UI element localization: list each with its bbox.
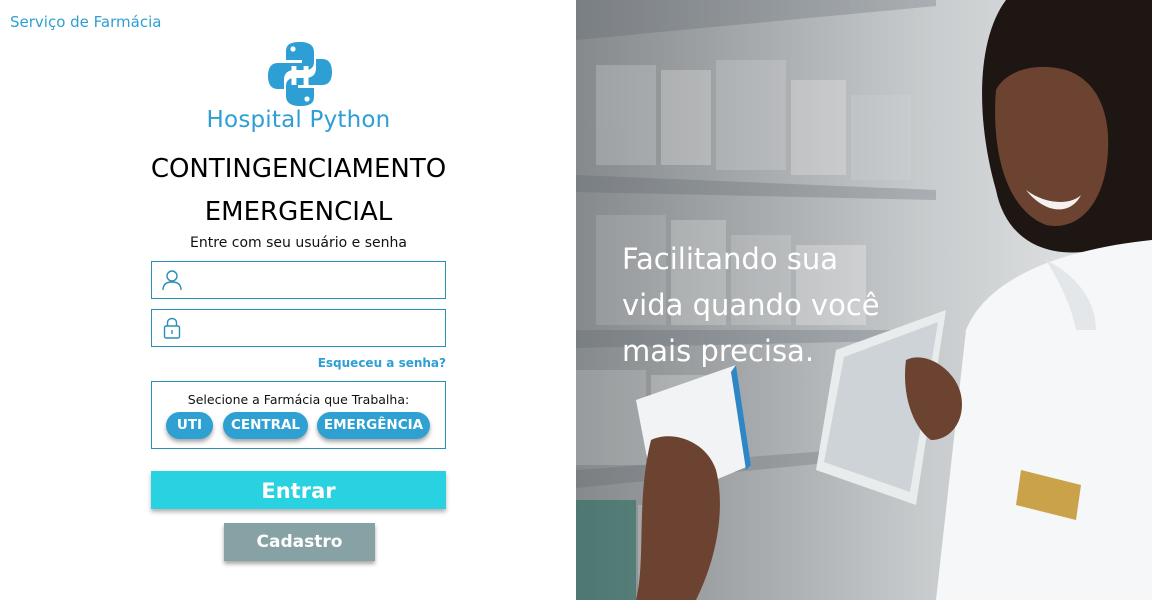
username-field[interactable] [151,261,446,299]
password-input[interactable] [192,314,437,342]
hero-tagline-line-1: Facilitando sua [622,242,839,276]
forgot-password-link[interactable]: Esqueceu a senha? [300,356,446,370]
page-title-line-1: CONTINGENCIAMENTO [150,154,447,184]
pharmacy-option-central[interactable]: CENTRAL [223,412,308,439]
login-panel: Serviço de Farmácia H Hospital Python CO… [0,0,576,600]
pharmacy-option-uti[interactable]: UTI [166,412,213,439]
hero-image-panel: Facilitando sua vida quando você mais pr… [576,0,1152,600]
pharmacy-selector-label: Selecione a Farmácia que Trabalha: [187,392,410,407]
signup-button[interactable]: Cadastro [224,523,375,561]
enter-button[interactable]: Entrar [151,471,446,509]
pharmacy-selector: Selecione a Farmácia que Trabalha: UTI C… [151,381,446,449]
username-input[interactable] [192,266,437,294]
service-label: Serviço de Farmácia [10,13,162,31]
hospital-python-logo: H [268,42,332,106]
page-title-line-2: EMERGENCIAL [204,197,393,227]
lock-icon [163,317,181,339]
pharmacy-option-emergencia[interactable]: EMERGÊNCIA [317,412,430,439]
logo-letter: H [289,62,311,92]
password-field[interactable] [151,309,446,347]
hero-tagline-line-2: vida quando você [622,288,880,322]
hero-tagline-line-3: mais precisa. [622,334,815,368]
page-title: CONTINGENCIAMENTO EMERGENCIAL [0,148,597,234]
hero-tagline: Facilitando sua vida quando você mais pr… [622,236,942,374]
login-instruction: Entre com seu usuário e senha [190,235,407,251]
user-icon [162,270,182,291]
hospital-name: Hospital Python [206,107,391,133]
